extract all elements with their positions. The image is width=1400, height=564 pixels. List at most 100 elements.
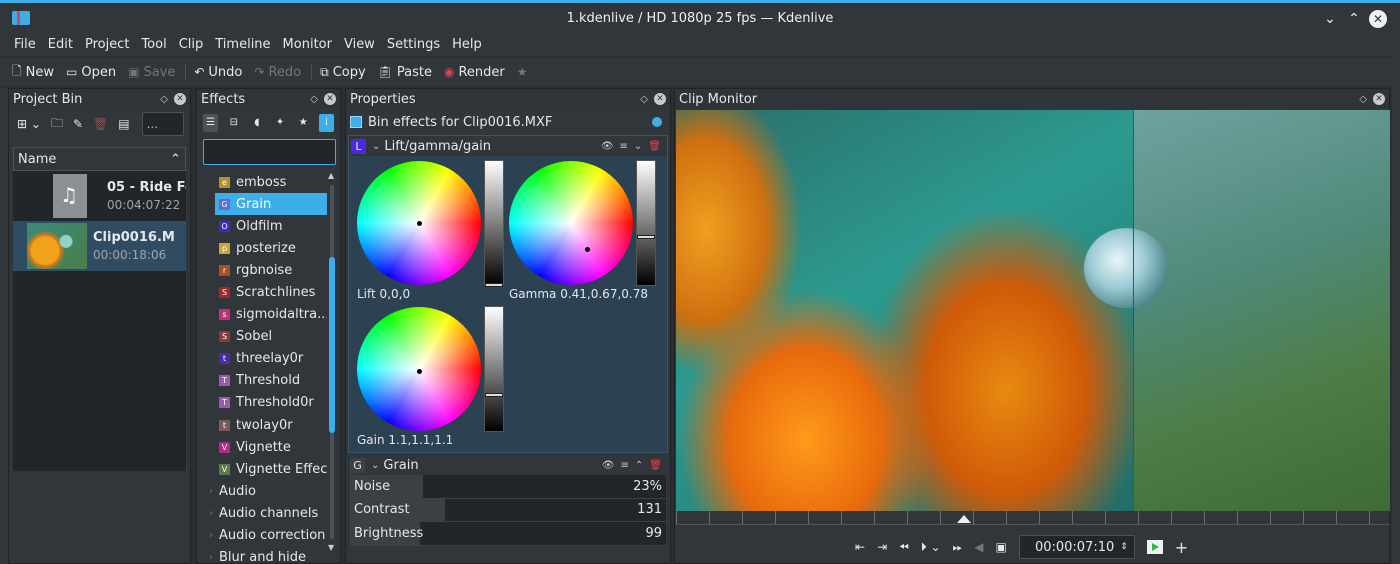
new-button[interactable]: 🗋 New [12, 62, 54, 83]
gain-slider[interactable] [484, 306, 504, 432]
gamma-wheel[interactable] [509, 161, 633, 285]
float-icon[interactable]: ◇ [160, 94, 168, 105]
video-preview[interactable] [676, 110, 1390, 511]
spin-icon[interactable]: ⇕ [1120, 542, 1128, 552]
float-icon[interactable]: ◇ [640, 94, 648, 105]
bin-column-header[interactable]: Name ⌃ [13, 147, 186, 171]
menu-view[interactable]: View [338, 34, 381, 56]
chevron-up-icon[interactable]: ⌃ [635, 460, 643, 471]
playhead-marker[interactable] [957, 515, 971, 523]
panel-close-icon[interactable]: ✕ [174, 93, 186, 105]
timecode-input[interactable]: 00:00:07:10 ⇕ [1018, 535, 1135, 559]
undo-button[interactable]: ↶ Undo [194, 65, 242, 80]
rewind-icon[interactable]: ⏪︎ [899, 540, 909, 555]
goto-start-icon[interactable]: ⇤ [855, 540, 865, 554]
effect-item[interactable]: r rgbnoise [199, 259, 327, 281]
monitor-ruler[interactable] [676, 511, 1390, 525]
menu-icon[interactable]: ≡ [621, 460, 629, 471]
scroll-up-icon[interactable]: ▲ [328, 171, 334, 180]
effect-item[interactable]: O Oldfilm [199, 215, 327, 237]
gamma-slider[interactable] [636, 160, 656, 286]
delete-icon[interactable]: 🗑︎ [648, 141, 661, 152]
float-icon[interactable]: ◇ [1359, 94, 1367, 105]
effects-search-input[interactable] [203, 139, 336, 165]
scroll-down-icon[interactable]: ▼ [328, 543, 334, 552]
menu-timeline[interactable]: Timeline [209, 34, 276, 56]
render-button[interactable]: ◉ Render [444, 65, 505, 80]
effects-scrollbar[interactable]: ▲ ▼ [328, 171, 336, 561]
copy-button[interactable]: ⧉ Copy [320, 65, 366, 80]
effect-item[interactable]: s sigmoidaltra... [199, 304, 327, 326]
effect-item[interactable]: p posterize [199, 237, 327, 259]
effect-item[interactable]: t twolay0r [199, 414, 327, 436]
effect-item[interactable]: T Threshold [199, 370, 327, 392]
save-button[interactable]: ▣ Save [128, 65, 175, 80]
effect-category[interactable]: › Audio correction [199, 525, 327, 547]
effect-category[interactable]: › Audio [199, 480, 327, 502]
play-icon[interactable]: ⏵︎ ⌄ [921, 540, 941, 555]
custom-effects-icon[interactable]: ✦ [273, 114, 288, 132]
effect-item[interactable]: T Threshold0r [199, 392, 327, 414]
effect-item[interactable]: t threelay0r [199, 348, 327, 370]
eye-icon[interactable]: 👁︎ [602, 460, 615, 471]
play-zone-icon[interactable] [1146, 540, 1163, 554]
param-slider[interactable]: Brightness 99 [350, 522, 666, 546]
collapse-icon[interactable]: ⌄ [371, 460, 379, 471]
info-icon[interactable] [652, 117, 662, 127]
menu-tool[interactable]: Tool [135, 34, 172, 56]
mute-icon[interactable]: ◀ [974, 540, 983, 554]
video-effects-icon[interactable]: ⊟ [226, 114, 241, 132]
effect-item[interactable]: S Scratchlines [199, 281, 327, 303]
paste-button[interactable]: 📋︎ Paste [378, 65, 432, 80]
effect-item[interactable]: G Grain [215, 193, 327, 216]
add-clip-icon[interactable]: ⊞ ⌄ [17, 117, 41, 131]
effect-category[interactable]: › Blur and hide [199, 547, 327, 561]
scrollbar-thumb[interactable] [329, 257, 335, 433]
info-icon[interactable]: i [318, 114, 335, 132]
float-icon[interactable]: ◇ [310, 94, 318, 105]
collapse-icon[interactable]: ⌄ [372, 141, 380, 152]
delete-icon[interactable]: 🗑︎ [93, 117, 108, 131]
favorite-star-button[interactable]: ★ [517, 65, 532, 79]
effect-item[interactable]: e emboss [199, 171, 327, 193]
open-button[interactable]: ▭ Open [66, 65, 116, 80]
menu-settings[interactable]: Settings [381, 34, 446, 56]
bin-item[interactable]: 05 - Ride Fo 00:04:07:22 [13, 171, 186, 221]
menu-monitor[interactable]: Monitor [277, 34, 338, 56]
effect-item[interactable]: S Sobel [199, 326, 327, 348]
menu-icon[interactable]: ≡ [620, 141, 628, 152]
snapshot-icon[interactable]: ▣ [995, 540, 1006, 554]
menu-help[interactable]: Help [446, 34, 488, 56]
lift-wheel[interactable] [357, 161, 481, 285]
effect-item[interactable]: V Vignette [199, 436, 327, 458]
close-icon[interactable]: ✕ [1369, 10, 1387, 28]
menu-file[interactable]: File [8, 34, 42, 56]
lift-slider[interactable] [484, 160, 504, 287]
audio-effects-icon[interactable]: ◖ [249, 114, 264, 132]
bin-effects-checkbox[interactable] [350, 116, 362, 128]
add-folder-icon[interactable]: 🗀︎ [51, 114, 63, 135]
delete-icon[interactable]: 🗑︎ [649, 460, 662, 471]
menu-project[interactable]: Project [79, 34, 135, 56]
panel-close-icon[interactable]: ✕ [1373, 93, 1385, 105]
effect-header[interactable]: G ⌄ Grain 👁︎ ≡ ⌃ 🗑︎ [348, 455, 668, 475]
edit-icon[interactable]: ✎ [73, 117, 83, 131]
view-mode-icon[interactable]: ▤ [118, 117, 129, 131]
split-compare-line[interactable] [1133, 110, 1134, 511]
menu-clip[interactable]: Clip [173, 34, 210, 56]
favorites-icon[interactable]: ★ [296, 114, 311, 132]
panel-close-icon[interactable]: ✕ [324, 93, 336, 105]
forward-icon[interactable]: ⏩︎ [953, 540, 963, 555]
effect-category[interactable]: › Audio channels [199, 502, 327, 524]
menu-edit[interactable]: Edit [42, 34, 79, 56]
gain-wheel[interactable] [357, 307, 481, 431]
effect-header[interactable]: L ⌄ Lift/gamma/gain 👁︎ ≡ ⌄ 🗑︎ [349, 136, 667, 156]
eye-icon[interactable]: 👁︎ [601, 141, 614, 152]
param-slider[interactable]: Noise 23% [350, 475, 666, 499]
panel-close-icon[interactable]: ✕ [654, 93, 666, 105]
all-effects-icon[interactable]: ☰ [203, 114, 219, 132]
bin-item-selected[interactable]: Clip0016.M 00:00:18:06 [13, 221, 186, 271]
effect-item[interactable]: V Vignette Effect [199, 458, 327, 480]
minimize-icon[interactable]: ⌄ [1321, 10, 1339, 28]
add-marker-icon[interactable]: + [1175, 538, 1188, 557]
